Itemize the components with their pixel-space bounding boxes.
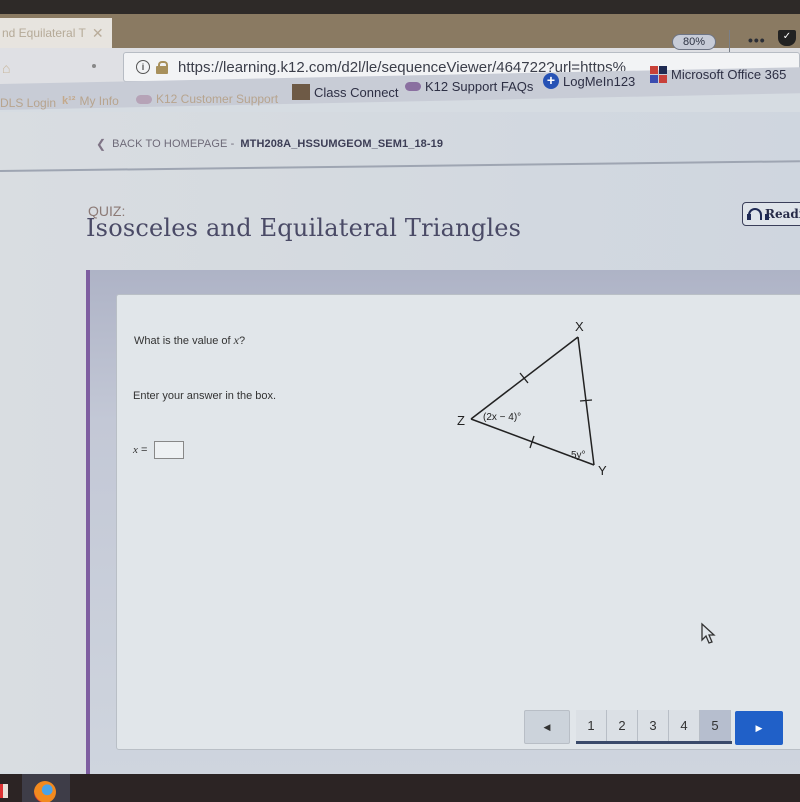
answer-label: x =: [133, 444, 147, 456]
previous-question-button[interactable]: ◀: [524, 710, 570, 744]
monitor-bezel: [0, 0, 800, 14]
close-tab-icon[interactable]: ✕: [92, 25, 104, 42]
page-button-5-current[interactable]: 5: [700, 710, 731, 741]
tick-mark-xy: [579, 399, 593, 402]
page-button-1[interactable]: 1: [576, 710, 607, 741]
plus-icon: +: [543, 73, 559, 89]
mouse-cursor-icon: [701, 622, 716, 644]
question-pagination: 1 2 3 4 5: [576, 710, 732, 744]
bookmark-class-connect[interactable]: Class Connect: [292, 84, 399, 100]
bookmark-microsoft-office-365[interactable]: Microsoft Office 365: [650, 66, 786, 83]
page-button-3[interactable]: 3: [638, 710, 669, 741]
bookmark-label: DLS Login: [0, 96, 57, 110]
k12-logo-icon: k¹²: [62, 95, 76, 107]
zoom-level-badge[interactable]: 80%: [672, 34, 716, 50]
page-title: Isosceles and Equilateral Triangles: [86, 214, 522, 242]
prompt-suffix: ?: [239, 335, 246, 347]
bookmark-label: LogMeIn123: [563, 73, 636, 89]
pocket-icon[interactable]: ✓: [778, 30, 796, 46]
cloud-icon: [405, 82, 421, 91]
vertex-label-z: Z: [457, 413, 465, 428]
angle-label-y: 5y°: [571, 450, 586, 461]
triangle-diagram: X Y Z (2x − 4)° 5y°: [457, 319, 607, 478]
headphones-icon: [747, 208, 769, 220]
next-question-button[interactable]: ▶: [735, 711, 783, 745]
back-link-label: BACK TO HOMEPAGE -: [112, 138, 235, 150]
chevron-left-icon: ❮: [96, 137, 107, 151]
toolbar-divider: [729, 30, 730, 52]
back-to-homepage-link[interactable]: ❮ BACK TO HOMEPAGE - MTH208A_HSSUMGEOM_S…: [96, 137, 443, 151]
read-aloud-label: Readi: [765, 207, 800, 221]
microsoft-office-icon: [650, 66, 667, 83]
course-code: MTH208A_HSSUMGEOM_SEM1_18-19: [240, 138, 444, 150]
lock-icon: [156, 61, 168, 74]
bookmark-label: K12 Support FAQs: [425, 79, 534, 94]
more-options-icon[interactable]: •••: [748, 32, 766, 48]
bookmark-dls-login[interactable]: DLS Login: [0, 96, 56, 110]
screen: nd Equilateral T ✕ ⌂ i https://learning.…: [0, 0, 800, 802]
read-aloud-button[interactable]: Readi: [742, 202, 800, 226]
bookmark-label: K12 Customer Support: [156, 92, 279, 106]
browser-tab[interactable]: nd Equilateral T ✕: [0, 18, 112, 48]
bookmark-label: My Info: [79, 94, 119, 108]
bookmark-k12-support-faqs[interactable]: K12 Support FAQs: [405, 79, 533, 94]
page-button-2[interactable]: 2: [607, 710, 638, 741]
vertex-label-x: X: [575, 319, 584, 334]
firefox-icon[interactable]: [34, 781, 56, 802]
question-prompt: What is the value of x?: [134, 333, 245, 348]
info-icon[interactable]: i: [136, 60, 150, 74]
bookmark-label: Microsoft Office 365: [671, 67, 787, 82]
question-instruction: Enter your answer in the box.: [133, 390, 277, 402]
tick-mark-zx: [519, 372, 529, 384]
vertex-label-y: Y: [598, 463, 607, 478]
class-connect-icon: [292, 84, 310, 100]
bookmark-k12-customer-support[interactable]: K12 Customer Support: [136, 92, 278, 106]
reload-icon[interactable]: [92, 64, 96, 68]
bookmark-my-info[interactable]: k¹² My Info: [62, 94, 119, 108]
bookmark-label: Class Connect: [314, 84, 399, 100]
page-button-4[interactable]: 4: [669, 710, 700, 741]
home-icon[interactable]: ⌂: [2, 61, 16, 75]
prompt-text: What is the value of: [134, 335, 234, 347]
bookmark-logmein123[interactable]: + LogMeIn123: [543, 73, 635, 89]
cloud-icon: [136, 94, 152, 104]
taskbar-app-icon[interactable]: [0, 784, 8, 798]
taskbar: [0, 774, 800, 802]
angle-label-z: (2x − 4)°: [483, 412, 521, 423]
tab-title: nd Equilateral T: [2, 26, 86, 40]
equals-sign: =: [137, 444, 148, 456]
answer-input[interactable]: [154, 441, 184, 459]
